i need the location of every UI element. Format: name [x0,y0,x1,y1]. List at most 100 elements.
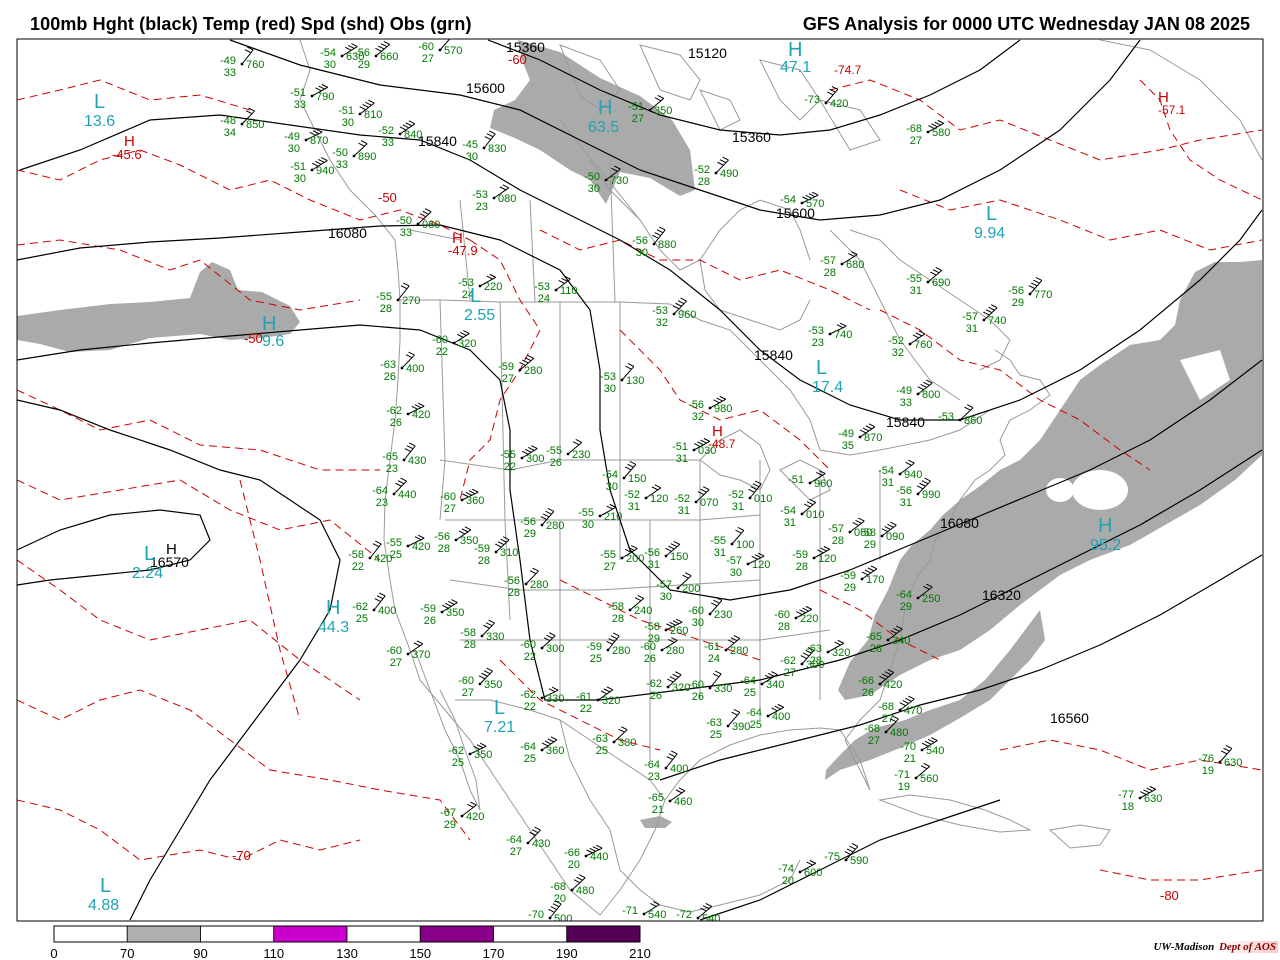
station-obs: -53 960 32 [652,297,696,329]
station-obs: -53 110 24 [534,275,578,305]
speed-center-value: 2.55 [464,307,495,324]
obs-dewpoint: 19 [898,781,910,793]
obs-temperature: -60 [774,609,790,621]
obs-height: 330 [546,693,564,705]
obs-height: 770 [1034,289,1052,301]
station-dot [812,556,816,560]
obs-height: 830 [488,143,506,155]
obs-temperature: -55 [578,507,594,519]
wind-barb-flag [358,142,365,147]
height-label: 16320 [982,587,1021,603]
obs-height: 280 [730,645,748,657]
speed-center-value: 9.94 [974,225,1005,242]
obs-dewpoint: 18 [1122,801,1134,813]
obs-dewpoint: 31 [648,559,660,571]
obs-temperature: -66 [564,847,580,859]
wind-barb-flag [486,133,494,138]
station-dot [766,714,770,718]
credit-line: UW-Madison Dept of AOS [1153,941,1278,953]
wind-barb-flag [884,526,891,530]
wind-barb-flag [368,99,375,104]
speed-center-value: 17.4 [812,379,843,396]
wind-barb-flag [920,765,928,770]
station-dot [800,201,804,205]
station-obs: -68 580 27 [906,119,950,147]
station-dot [440,610,444,614]
obs-dewpoint: 22 [504,461,516,473]
wind-barb-flag [546,634,553,639]
obs-temperature: -52 [674,493,690,505]
obs-temperature: -64 [372,485,388,497]
wind-barb-flag [542,513,550,518]
wind-barb-flag [834,641,841,646]
obs-temperature: -65 [866,631,882,643]
wind-barb-flag [362,104,369,108]
obs-height: 320 [832,647,850,659]
obs-dewpoint: 29 [358,59,370,71]
wind-barb-flag [531,445,538,450]
obs-temperature: -49 [284,131,300,143]
wind-barb-flag [887,523,894,528]
station-dot [840,262,844,266]
wind-barb-flag [528,447,535,451]
wind-barb-flag [548,908,555,913]
obs-temperature: -60 [386,645,402,657]
baja [414,649,481,811]
obs-height: 350 [484,679,502,691]
wind-barb-flag [424,208,432,213]
obs-dewpoint: 29 [524,528,536,540]
obs-height: 540 [648,909,666,921]
obs-dewpoint: 33 [382,137,394,149]
obs-temperature: -67 [440,807,456,819]
wind-barb-flag [826,91,834,96]
station-obs: -68 48020 [550,874,594,905]
station-dot [884,730,888,734]
obs-temperature: -55 [600,549,616,561]
station-obs: -63 400 26 [380,351,424,383]
obs-height: 280 [612,645,630,657]
wind-barb-flag [670,543,678,548]
obs-height: 420 [466,811,484,823]
obs-temperature: -60 [458,675,474,687]
obs-temperature: -51 [672,441,688,453]
obs-dewpoint: 28 [832,535,844,547]
wind-barb-flag [809,859,817,864]
obs-dewpoint: 27 [910,135,922,147]
wind-barb-flag [964,406,971,411]
obs-temperature: -60 [432,334,448,346]
wind-barb-flag [757,552,765,557]
wind-barb-flag [558,280,565,284]
station-dot [406,412,410,416]
obs-temperature: -64 [520,741,536,753]
obs-temperature: -53 [472,189,488,201]
station-obs: -60 320 22 [432,330,476,358]
obs-height: 350 [474,749,492,761]
obs-temperature: -60 [688,679,704,691]
obs-height: 230 [714,609,732,621]
station-obs: -51 960 [788,470,832,490]
station-dot [914,776,918,780]
wind-barb-flag [400,477,407,482]
speed-center-value: 63.5 [588,119,619,136]
wind-barb-flag [624,466,632,471]
wind-barb-flag [612,632,620,637]
obs-dewpoint: 25 [710,729,722,741]
obs-temperature: -55 [500,449,516,461]
wind-barb-flag [839,322,847,327]
station-obs: -60 300 22 [520,632,564,663]
obs-dewpoint: 23 [386,463,398,475]
wind-barb-flag [483,624,490,629]
obs-dewpoint: 23 [648,771,660,783]
obs-dewpoint: 26 [424,615,436,627]
obs-height: 150 [670,551,688,563]
height-label: 15840 [886,414,925,430]
station-dot [664,628,668,632]
wind-barb-flag [414,536,422,541]
wind-barb-flag [716,397,723,402]
station-dot [372,608,376,612]
obs-temperature: -68 [906,123,922,135]
wind-barb-flag [988,306,995,311]
obs-height: 220 [484,281,502,293]
wind-barb-flag [731,711,738,716]
station-dot [628,608,632,612]
